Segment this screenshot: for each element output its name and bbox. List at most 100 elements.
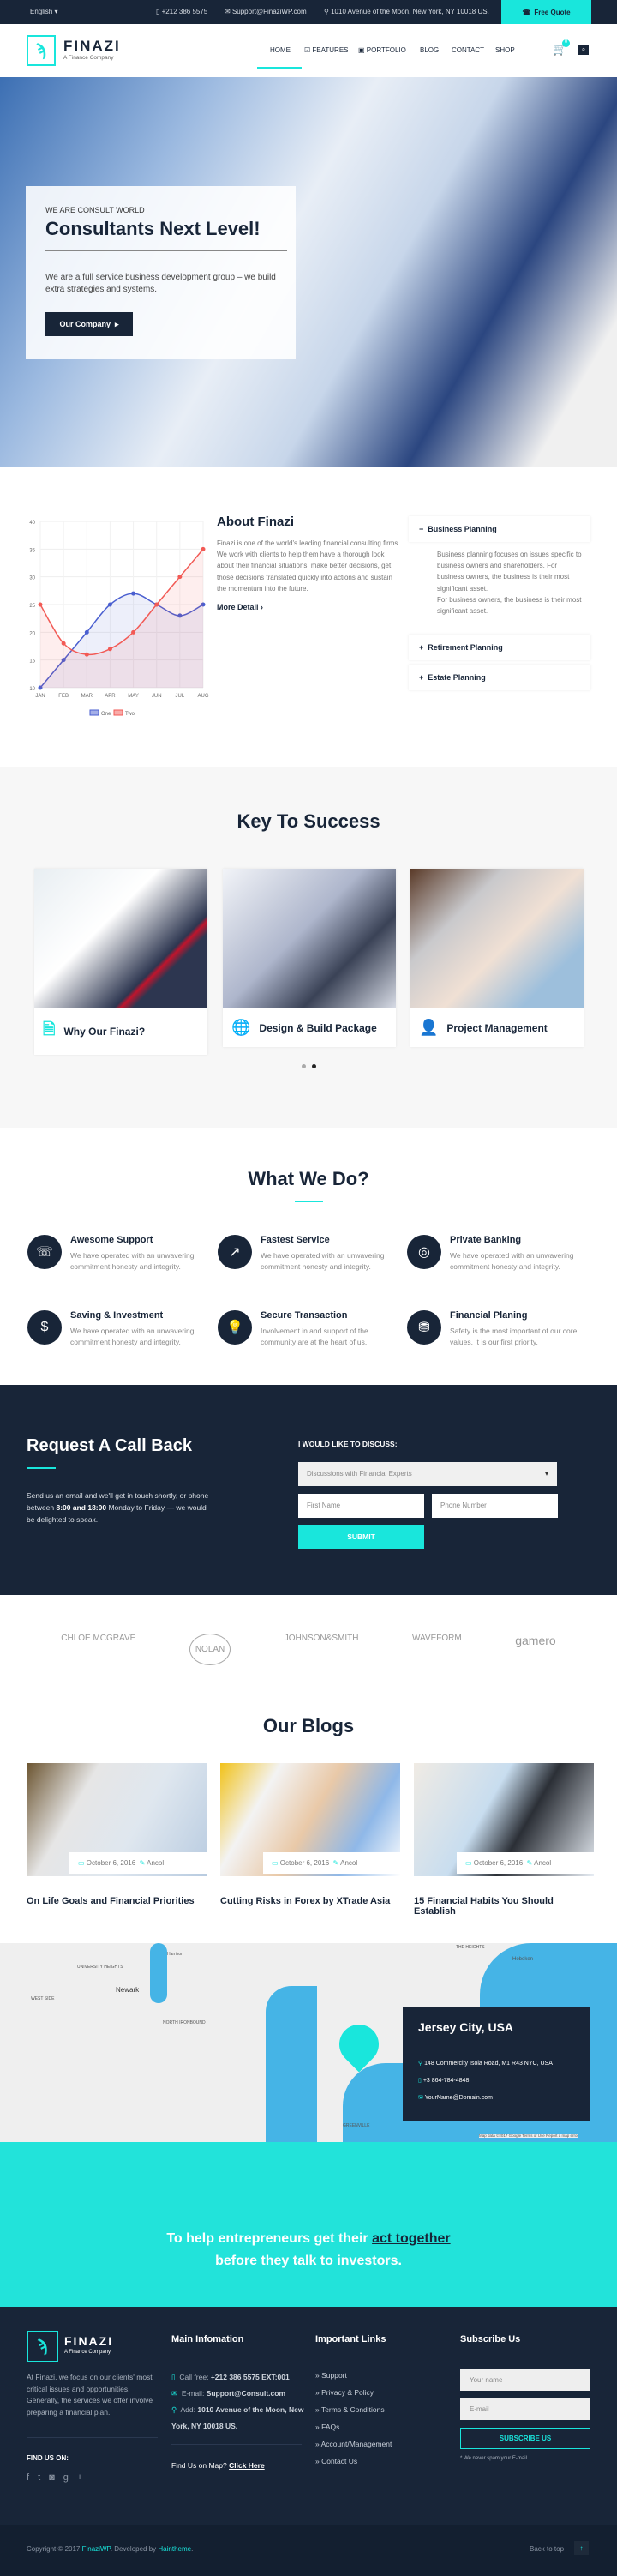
data-point: [201, 546, 206, 551]
data-point: [107, 647, 112, 652]
language-select[interactable]: English ▾: [30, 8, 58, 15]
legend-label: One: [101, 712, 111, 717]
footer-link-support[interactable]: » Support: [315, 2367, 392, 2384]
data-point: [84, 652, 89, 657]
about-title: About Finazi: [217, 515, 294, 529]
key-card[interactable]: 🌐 Design & Build Package: [223, 869, 396, 1047]
chart-up-icon: ↗: [218, 1235, 252, 1269]
google-plus-icon[interactable]: g+: [63, 2472, 92, 2483]
blog-post[interactable]: ▭ October 6, 2016 ✎ Ancol On Life Goals a…: [27, 1763, 207, 1906]
key-card[interactable]: 🗎 Why Our Finazi?: [34, 869, 207, 1055]
map-river: [150, 1943, 167, 2003]
y-tick-label: 15: [29, 659, 35, 665]
footer-tagline: A Finance Company: [64, 2350, 111, 2355]
brand-name: FINAZI: [63, 38, 121, 54]
arrow-up-icon[interactable]: ↑: [574, 2541, 589, 2555]
search-icon[interactable]: ⌕: [578, 45, 589, 55]
calendar-icon: ▭: [78, 1859, 85, 1867]
blog-title[interactable]: On Life Goals and Financial Priorities: [27, 1896, 207, 1906]
y-tick-label: 30: [29, 576, 35, 581]
act-together-link[interactable]: act together: [372, 2231, 451, 2246]
free-quote-button[interactable]: ☎ Free Quote: [501, 0, 591, 24]
line-chart: 10 15 20 25 30 35 40 JAN FEB MAR APR MAY JUN JUL AUG On…: [29, 521, 209, 717]
edit-icon: ✎: [139, 1859, 146, 1867]
nav-shop[interactable]: SHOP: [495, 46, 515, 54]
service-title: Financial Planing: [450, 1310, 528, 1321]
location-city: Jersey City, USA: [418, 2020, 514, 2034]
carousel-dot-active[interactable]: [312, 1064, 316, 1068]
calendar-icon: ▭: [272, 1859, 279, 1867]
nav-active-indicator: [257, 67, 302, 69]
click-here-link[interactable]: Click Here: [229, 2461, 265, 2470]
key-card[interactable]: 👤 Project Management: [410, 869, 584, 1047]
manager-icon: 👤: [419, 1019, 439, 1036]
card-image: [34, 869, 207, 1008]
accordion-retirement-planning[interactable]: + Retirement Planning: [409, 635, 590, 660]
facebook-icon[interactable]: f: [27, 2472, 38, 2483]
twitter-icon[interactable]: t: [38, 2472, 49, 2483]
partner-logo[interactable]: WAVEFORM: [412, 1634, 462, 1665]
location-pin-icon: ⚲: [171, 2405, 177, 2414]
more-detail-link[interactable]: More Detail ›: [217, 603, 263, 611]
accordion-business-planning[interactable]: − Business Planning: [409, 516, 590, 542]
footer-link-faqs[interactable]: » FAQs: [315, 2418, 392, 2435]
key-to-success-title: Key To Success: [237, 810, 380, 832]
footer-link-contact[interactable]: » Contact Us: [315, 2453, 392, 2470]
find-us-label: FIND US ON:: [27, 2454, 69, 2462]
service-item: ☏ Awesome Support We have operated with an…: [27, 1235, 207, 1273]
service-title: Awesome Support: [70, 1235, 153, 1245]
discussion-select[interactable]: Discussions with Financial Experts ▾: [298, 1462, 557, 1486]
discuss-label: I WOULD LIKE TO DISCUSS:: [298, 1440, 398, 1448]
hero-card: WE ARE CONSULT WORLD Consultants Next Le…: [26, 186, 296, 359]
x-tick-label: AUG: [197, 694, 208, 699]
map-label: Newark: [116, 1986, 140, 1994]
service-item: ↗ Fastest Service We have operated with an…: [218, 1235, 398, 1273]
topbar-phone: ▯ +212 386 5575: [156, 8, 208, 15]
subscribe-name-input[interactable]: Your name: [460, 2369, 590, 2391]
blog-post[interactable]: ▭ October 6, 2016 ✎ Ancol 15 Financial Ha…: [414, 1763, 594, 1917]
map-attribution: Map data ©2017 Google Terms of Use Repor…: [479, 2134, 579, 2138]
logo-icon[interactable]: ϡ: [27, 35, 56, 66]
blog-post[interactable]: ▭ October 6, 2016 ✎ Ancol Cutting Risks i…: [220, 1763, 400, 1906]
partner-logo[interactable]: JOHNSON&SMITH: [285, 1634, 359, 1665]
blog-title[interactable]: 15 Financial Habits You Should Establish: [414, 1896, 594, 1917]
cta-section: [0, 2142, 617, 2307]
email-icon: ✉: [171, 2389, 178, 2398]
partner-logo[interactable]: NOLAN: [189, 1634, 231, 1665]
back-to-top-link[interactable]: Back to top: [530, 2545, 564, 2553]
partner-logo[interactable]: gamero: [515, 1634, 555, 1665]
topbar-email[interactable]: ✉ Support@FinaziWP.com: [225, 8, 307, 15]
finaziwp-link[interactable]: FinaziWP: [82, 2545, 111, 2553]
nav-portfolio[interactable]: ▣ PORTFOLIO: [358, 46, 406, 54]
blog-title[interactable]: Cutting Risks in Forex by XTrade Asia: [220, 1896, 400, 1906]
nav-features[interactable]: ☑ FEATURES: [304, 46, 348, 54]
accordion-estate-planning[interactable]: + Estate Planning: [409, 665, 590, 690]
instagram-icon[interactable]: ◙: [49, 2472, 63, 2483]
subscribe-email-input[interactable]: E-mail: [460, 2398, 590, 2420]
partner-logo[interactable]: CHLOE MCGRAVE: [61, 1634, 135, 1665]
haintheme-link[interactable]: Haintheme: [158, 2545, 191, 2553]
map-label: NORTH IRONBOUND: [163, 2020, 206, 2025]
first-name-input[interactable]: First Name: [298, 1494, 424, 1518]
header: ϡ FINAZI A Finance Company HOME ☑ FEATUR…: [0, 24, 617, 77]
phone-number-input[interactable]: Phone Number: [432, 1494, 558, 1518]
target-icon: ◎: [407, 1235, 441, 1269]
footer-link-account[interactable]: » Account/Management: [315, 2435, 392, 2453]
subscribe-button[interactable]: SUBSCRIBE US: [460, 2428, 590, 2449]
service-text: Safety is the most important of our core…: [450, 1327, 578, 1346]
carousel-dot[interactable]: [302, 1064, 306, 1068]
map-label: THE HEIGHTS: [456, 1945, 485, 1950]
our-company-button[interactable]: Our Company ▸: [45, 312, 133, 336]
footer-link-terms[interactable]: » Terms & Conditions: [315, 2401, 392, 2418]
submit-button[interactable]: SUBMIT: [298, 1525, 424, 1549]
nav-contact[interactable]: CONTACT: [452, 46, 484, 54]
service-text: We have operated with an unwavering comm…: [70, 1251, 195, 1271]
nav-home[interactable]: HOME: [270, 46, 291, 54]
hero-title: Consultants Next Level!: [45, 218, 261, 239]
service-text: We have operated with an unwavering comm…: [70, 1327, 195, 1346]
footer-logo-icon[interactable]: ϡ: [27, 2331, 58, 2362]
nav-blog[interactable]: BLOG: [420, 46, 439, 54]
footer-link-privacy[interactable]: » Privacy & Policy: [315, 2384, 392, 2401]
edit-icon: ✎: [332, 1859, 339, 1867]
title-underline: [295, 1201, 323, 1202]
